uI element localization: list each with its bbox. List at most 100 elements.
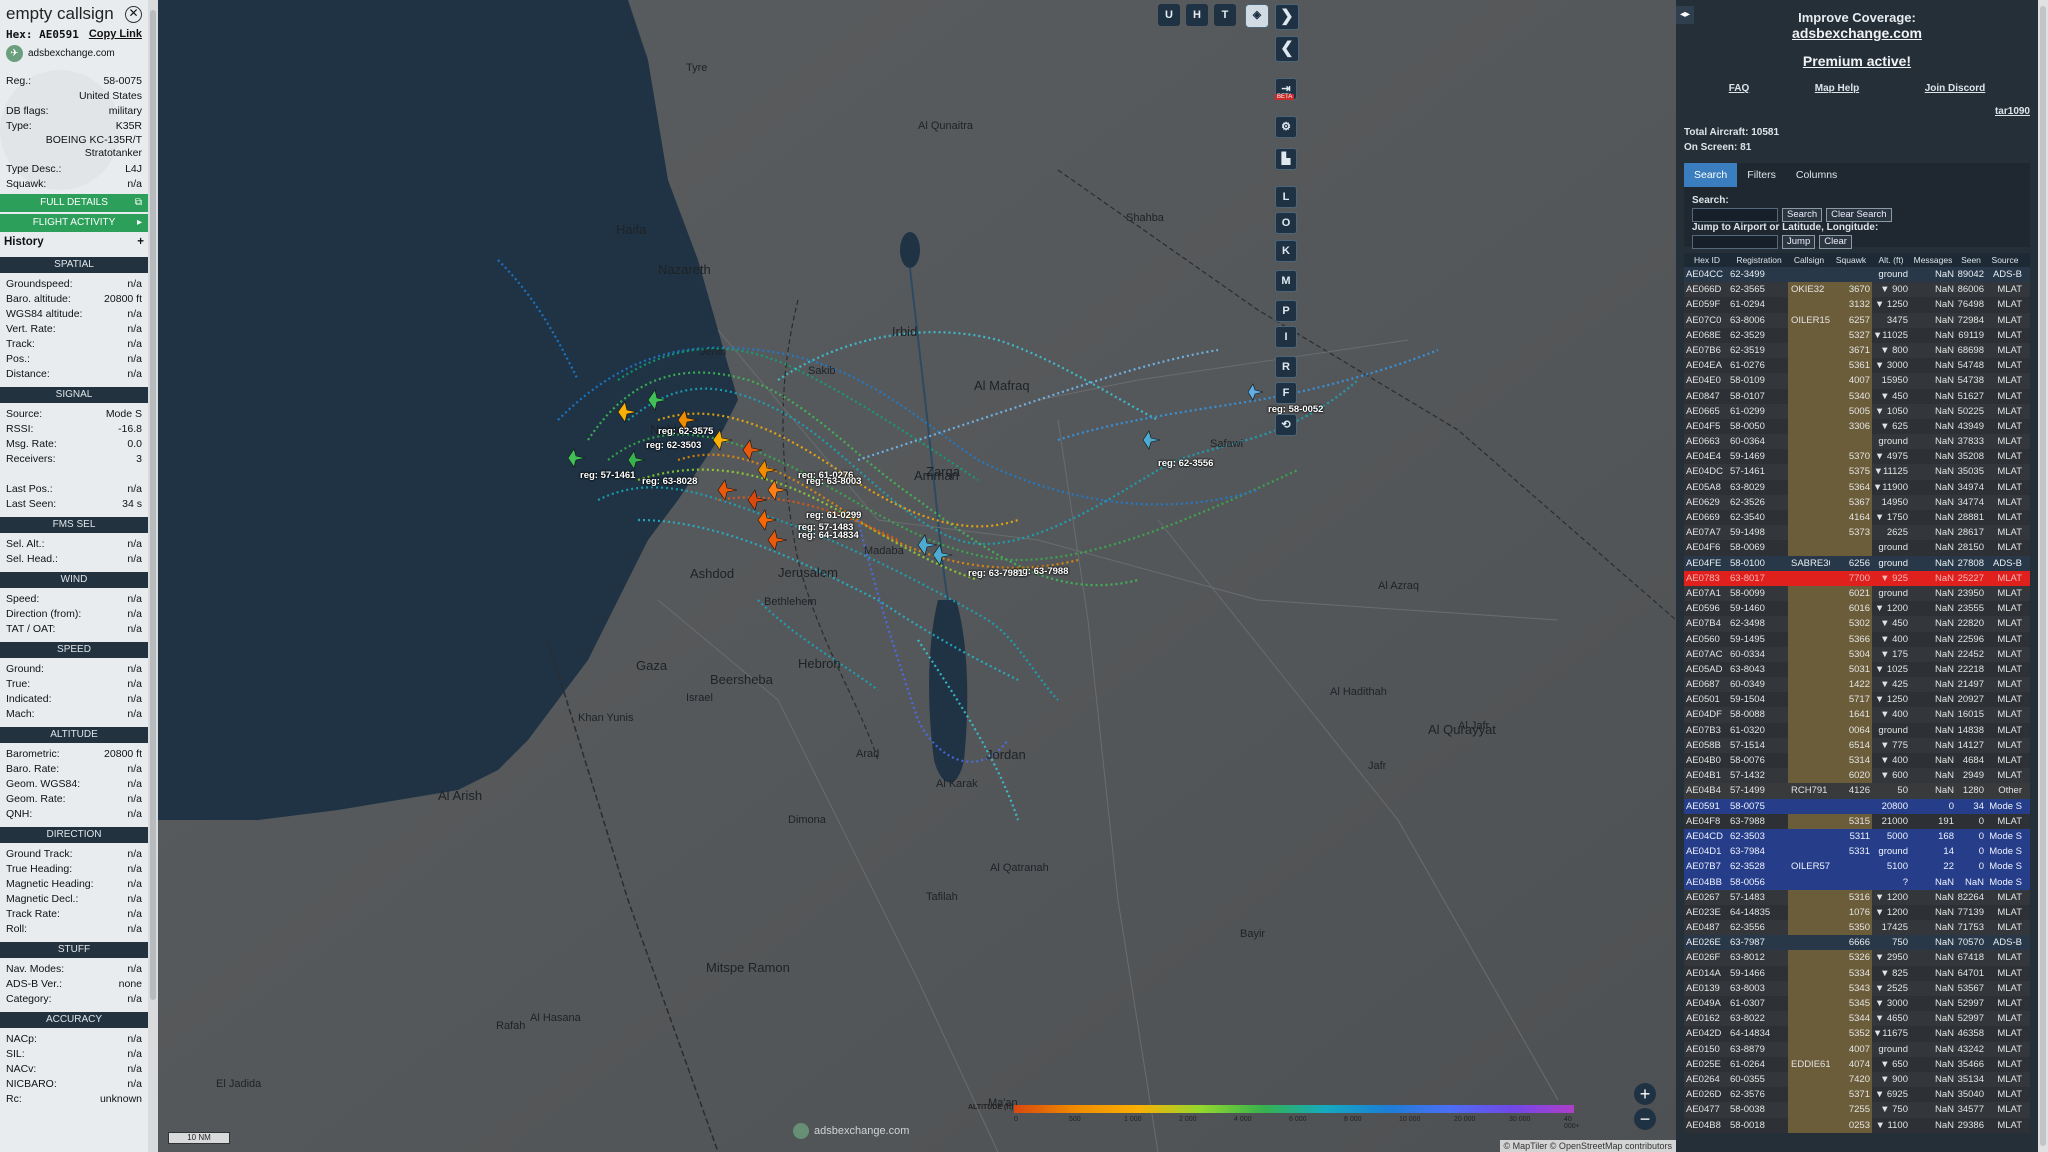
section-header-stuff[interactable]: STUFF <box>0 942 148 958</box>
table-row[interactable]: AE0663 60-0364 ground NaN 37833 MLAT <box>1684 434 2030 450</box>
right-scroll-thumb[interactable] <box>2040 6 2046 1146</box>
copy-link-button[interactable]: Copy Link <box>89 28 142 41</box>
table-row[interactable]: AE049A 61-0307 5345 ▼ 3000 NaN 52997 MLAT <box>1684 996 2030 1012</box>
map-toggle-o[interactable]: O <box>1275 212 1297 234</box>
table-row[interactable]: AE068E 62-3529 5327 ▼11025 NaN 69119 MLAT <box>1684 327 2030 343</box>
table-row[interactable]: AE0783 63-8017 7700 ▼ 925 NaN 25227 MLAT <box>1684 570 2030 586</box>
column-header-hex-id[interactable]: Hex ID <box>1684 253 1730 267</box>
aircraft-reg-label[interactable]: reg: 57-1461 <box>580 470 635 481</box>
table-row[interactable]: AE04CD 62-3503 5311 5000 168 0 Mode S <box>1684 828 2030 845</box>
table-row[interactable]: AE0264 60-0355 7420 ▼ 900 NaN 35134 MLAT <box>1684 1071 2030 1088</box>
table-row[interactable]: AE05A8 63-8029 5364 ▼11900 NaN 34974 MLAT <box>1684 479 2030 495</box>
map-toggle-f[interactable]: F <box>1275 382 1297 404</box>
layers-icon[interactable]: ◈ <box>1245 4 1269 28</box>
table-row[interactable]: AE0591 58-0075 20800 0 34 Mode S <box>1684 798 2030 814</box>
table-row[interactable]: AE07C0 63-8006 OILER15 6257 3475 NaN 72984 MLAT <box>1684 312 2030 328</box>
table-row[interactable]: AE04B0 58-0076 5314 ▼ 400 NaN 4684 MLAT <box>1684 753 2030 769</box>
table-row[interactable]: AE059F 61-0294 3132 ▼ 1250 NaN 76498 MLAT <box>1684 297 2030 313</box>
replay-icon[interactable]: ⟲ <box>1275 414 1297 436</box>
layer-toggle-u[interactable]: U <box>1158 4 1180 26</box>
zoom-out-icon[interactable]: − <box>1634 1108 1656 1130</box>
table-row[interactable]: AE07B6 62-3519 3671 ▼ 800 NaN 68698 MLAT <box>1684 342 2030 359</box>
map-help-link[interactable]: Map Help <box>1815 83 1859 94</box>
aircraft-reg-label[interactable]: reg: 63-8028 <box>642 476 697 487</box>
flight-activity-button[interactable]: FLIGHT ACTIVITY ▸ <box>0 214 148 232</box>
table-row[interactable]: AE07A1 58-0099 6021 ground NaN 23950 MLAT <box>1684 585 2030 602</box>
table-row[interactable]: AE026D 62-3576 5371 ▼ 6925 NaN 35040 MLAT <box>1684 1087 2030 1103</box>
right-panel-scrollbar[interactable] <box>2038 0 2048 1152</box>
section-header-wind[interactable]: WIND <box>0 572 148 588</box>
map-attribution[interactable]: © MapTiler © OpenStreetMap contributors <box>1499 1140 1676 1152</box>
column-header-seen[interactable]: Seen <box>1956 253 1986 267</box>
table-row[interactable]: AE04DF 58-0088 1641 ▼ 400 NaN 16015 MLAT <box>1684 707 2030 723</box>
section-header-direction[interactable]: DIRECTION <box>0 827 148 843</box>
aircraft-reg-label[interactable]: reg: 62-3575 <box>658 426 713 437</box>
zoom-in-icon[interactable]: + <box>1634 1083 1656 1105</box>
table-row[interactable]: AE026F 63-8012 5326 ▼ 2950 NaN 67418 MLAT <box>1684 950 2030 966</box>
table-row[interactable]: AE026E 63-7987 6666 750 NaN 70570 ADS-B <box>1684 935 2030 951</box>
section-header-accuracy[interactable]: ACCURACY <box>0 1012 148 1028</box>
faq-link[interactable]: FAQ <box>1729 83 1750 94</box>
aircraft-reg-label[interactable]: reg: 64-14834 <box>798 530 859 541</box>
table-row[interactable]: AE04B8 58-0018 0253 ▼ 1100 NaN 29386 MLAT <box>1684 1117 2030 1133</box>
section-header-altitude[interactable]: ALTITUDE <box>0 727 148 743</box>
table-row[interactable]: AE0477 58-0038 7255 ▼ 750 NaN 34577 MLAT <box>1684 1102 2030 1118</box>
table-row[interactable]: AE04DC 57-1461 5375 ▼11125 NaN 35035 MLAT <box>1684 464 2030 480</box>
search-input[interactable] <box>1692 208 1778 222</box>
jump-button[interactable]: Jump <box>1782 235 1816 249</box>
chevron-right-icon[interactable]: ❯ <box>1275 4 1299 30</box>
chevron-left-icon[interactable]: ❮ <box>1275 36 1299 62</box>
table-row[interactable]: AE0687 60-0349 1422 ▼ 425 NaN 21497 MLAT <box>1684 677 2030 693</box>
column-header-messages[interactable]: Messages <box>1910 253 1956 267</box>
table-row[interactable]: AE04BB 58-0056? NaN NaN Mode S <box>1684 874 2030 890</box>
table-row[interactable]: AE05AD 63-8043 5031 ▼ 1025 NaN 22218 MLAT <box>1684 661 2030 678</box>
full-details-button[interactable]: FULL DETAILS ⧉ <box>0 194 148 212</box>
map-toggle-m[interactable]: M <box>1275 270 1297 292</box>
close-icon[interactable]: ✕ <box>125 5 142 23</box>
table-row[interactable]: AE04EA 61-0276 5361 ▼ 3000 NaN 54748 MLAT <box>1684 358 2030 374</box>
table-row[interactable]: AE0267 57-1483 5316 ▼ 1200 NaN 82264 MLAT <box>1684 889 2030 905</box>
table-row[interactable]: AE0669 62-3540 4164 ▼ 1750 NaN 28881 MLAT <box>1684 510 2030 526</box>
section-header-signal[interactable]: SIGNAL <box>0 387 148 403</box>
column-header-callsign[interactable]: Callsign <box>1788 253 1830 267</box>
table-row[interactable]: AE07B3 61-0320 0064 ground NaN 14838 MLAT <box>1684 722 2030 738</box>
column-header-registration[interactable]: Registration <box>1730 253 1788 267</box>
stats-chart-icon[interactable]: ▙ <box>1275 148 1297 170</box>
aircraft-reg-label[interactable]: reg: 63-7981 <box>968 568 1023 579</box>
table-row[interactable]: AE07AC 60-0334 5304 ▼ 175 NaN 22452 MLAT <box>1684 646 2030 662</box>
table-row[interactable]: AE0501 59-1504 5717 ▼ 1250 NaN 20927 MLAT <box>1684 692 2030 708</box>
column-header-squawk[interactable]: Squawk <box>1830 253 1872 267</box>
left-scroll-thumb[interactable] <box>150 10 156 1000</box>
table-row[interactable]: AE04F5 58-0050 3306 ▼ 625 NaN 43949 MLAT <box>1684 418 2030 435</box>
panel-resize-toggle-icon[interactable]: ◂▸ <box>1676 6 1694 24</box>
settings-gear-icon[interactable]: ⚙ <box>1275 116 1297 138</box>
map-toggle-i[interactable]: I <box>1275 326 1297 348</box>
table-row[interactable]: AE04F6 58-0069 ground NaN 28150 MLAT <box>1684 540 2030 556</box>
table-row[interactable]: AE04B4 57-1499 RCH791 4126 50 NaN 1280 Other <box>1684 783 2030 799</box>
tab-filters[interactable]: Filters <box>1737 163 1786 187</box>
table-row[interactable]: AE07B7 62-3528 OILER57 5100 22 0 Mode S <box>1684 859 2030 875</box>
table-row[interactable]: AE0487 62-3556 5350 17425 NaN 71753 MLAT <box>1684 920 2030 936</box>
version-link[interactable]: tar1090 <box>1676 106 2038 117</box>
table-row[interactable]: AE04B1 57-1432 6020 ▼ 600 NaN 2949 MLAT <box>1684 768 2030 784</box>
table-row[interactable]: AE066D 62-3565 OKIE32 3670 ▼ 900 NaN 86006 MLAT <box>1684 282 2030 298</box>
table-row[interactable]: AE023E 64-14835 1076 ▼ 1200 NaN 77139 MLAT <box>1684 904 2030 921</box>
table-row[interactable]: AE042D 64-14834 5352 ▼11675 NaN 46358 MLAT <box>1684 1026 2030 1042</box>
table-row[interactable]: AE025E 61-0264 EDDIE61 4074 ▼ 650 NaN 35466 MLA… <box>1684 1056 2030 1072</box>
clear-jump-button[interactable]: Clear <box>1819 235 1852 249</box>
table-row[interactable]: AE04FE 58-0100 SABRE36 6256 ground NaN 27808 AD… <box>1684 555 2030 571</box>
premium-link[interactable]: Premium active! <box>1676 53 2038 69</box>
aircraft-reg-label[interactable]: reg: 62-3503 <box>646 440 701 451</box>
improve-coverage-link[interactable]: adsbexchange.com <box>1676 25 2038 41</box>
table-row[interactable]: AE04E0 58-0109 4007 15950 NaN 54738 MLAT <box>1684 373 2030 389</box>
history-toggle[interactable]: History + <box>0 234 148 252</box>
map-toggle-p[interactable]: P <box>1275 300 1297 322</box>
section-header-speed[interactable]: SPEED <box>0 642 148 658</box>
table-row[interactable]: AE0162 63-8022 5344 ▼ 4650 NaN 52997 MLAT <box>1684 1011 2030 1027</box>
table-row[interactable]: AE0139 63-8003 5343 ▼ 2525 NaN 53567 MLAT <box>1684 980 2030 996</box>
map-toggle-r[interactable]: R <box>1275 356 1297 378</box>
clear-search-button[interactable]: Clear Search <box>1826 208 1892 222</box>
left-panel-scrollbar[interactable] <box>148 0 158 1152</box>
section-header-fms-sel[interactable]: FMS SEL <box>0 517 148 533</box>
table-row[interactable]: AE07A7 59-1498 5373 2625 NaN 28617 MLAT <box>1684 525 2030 541</box>
